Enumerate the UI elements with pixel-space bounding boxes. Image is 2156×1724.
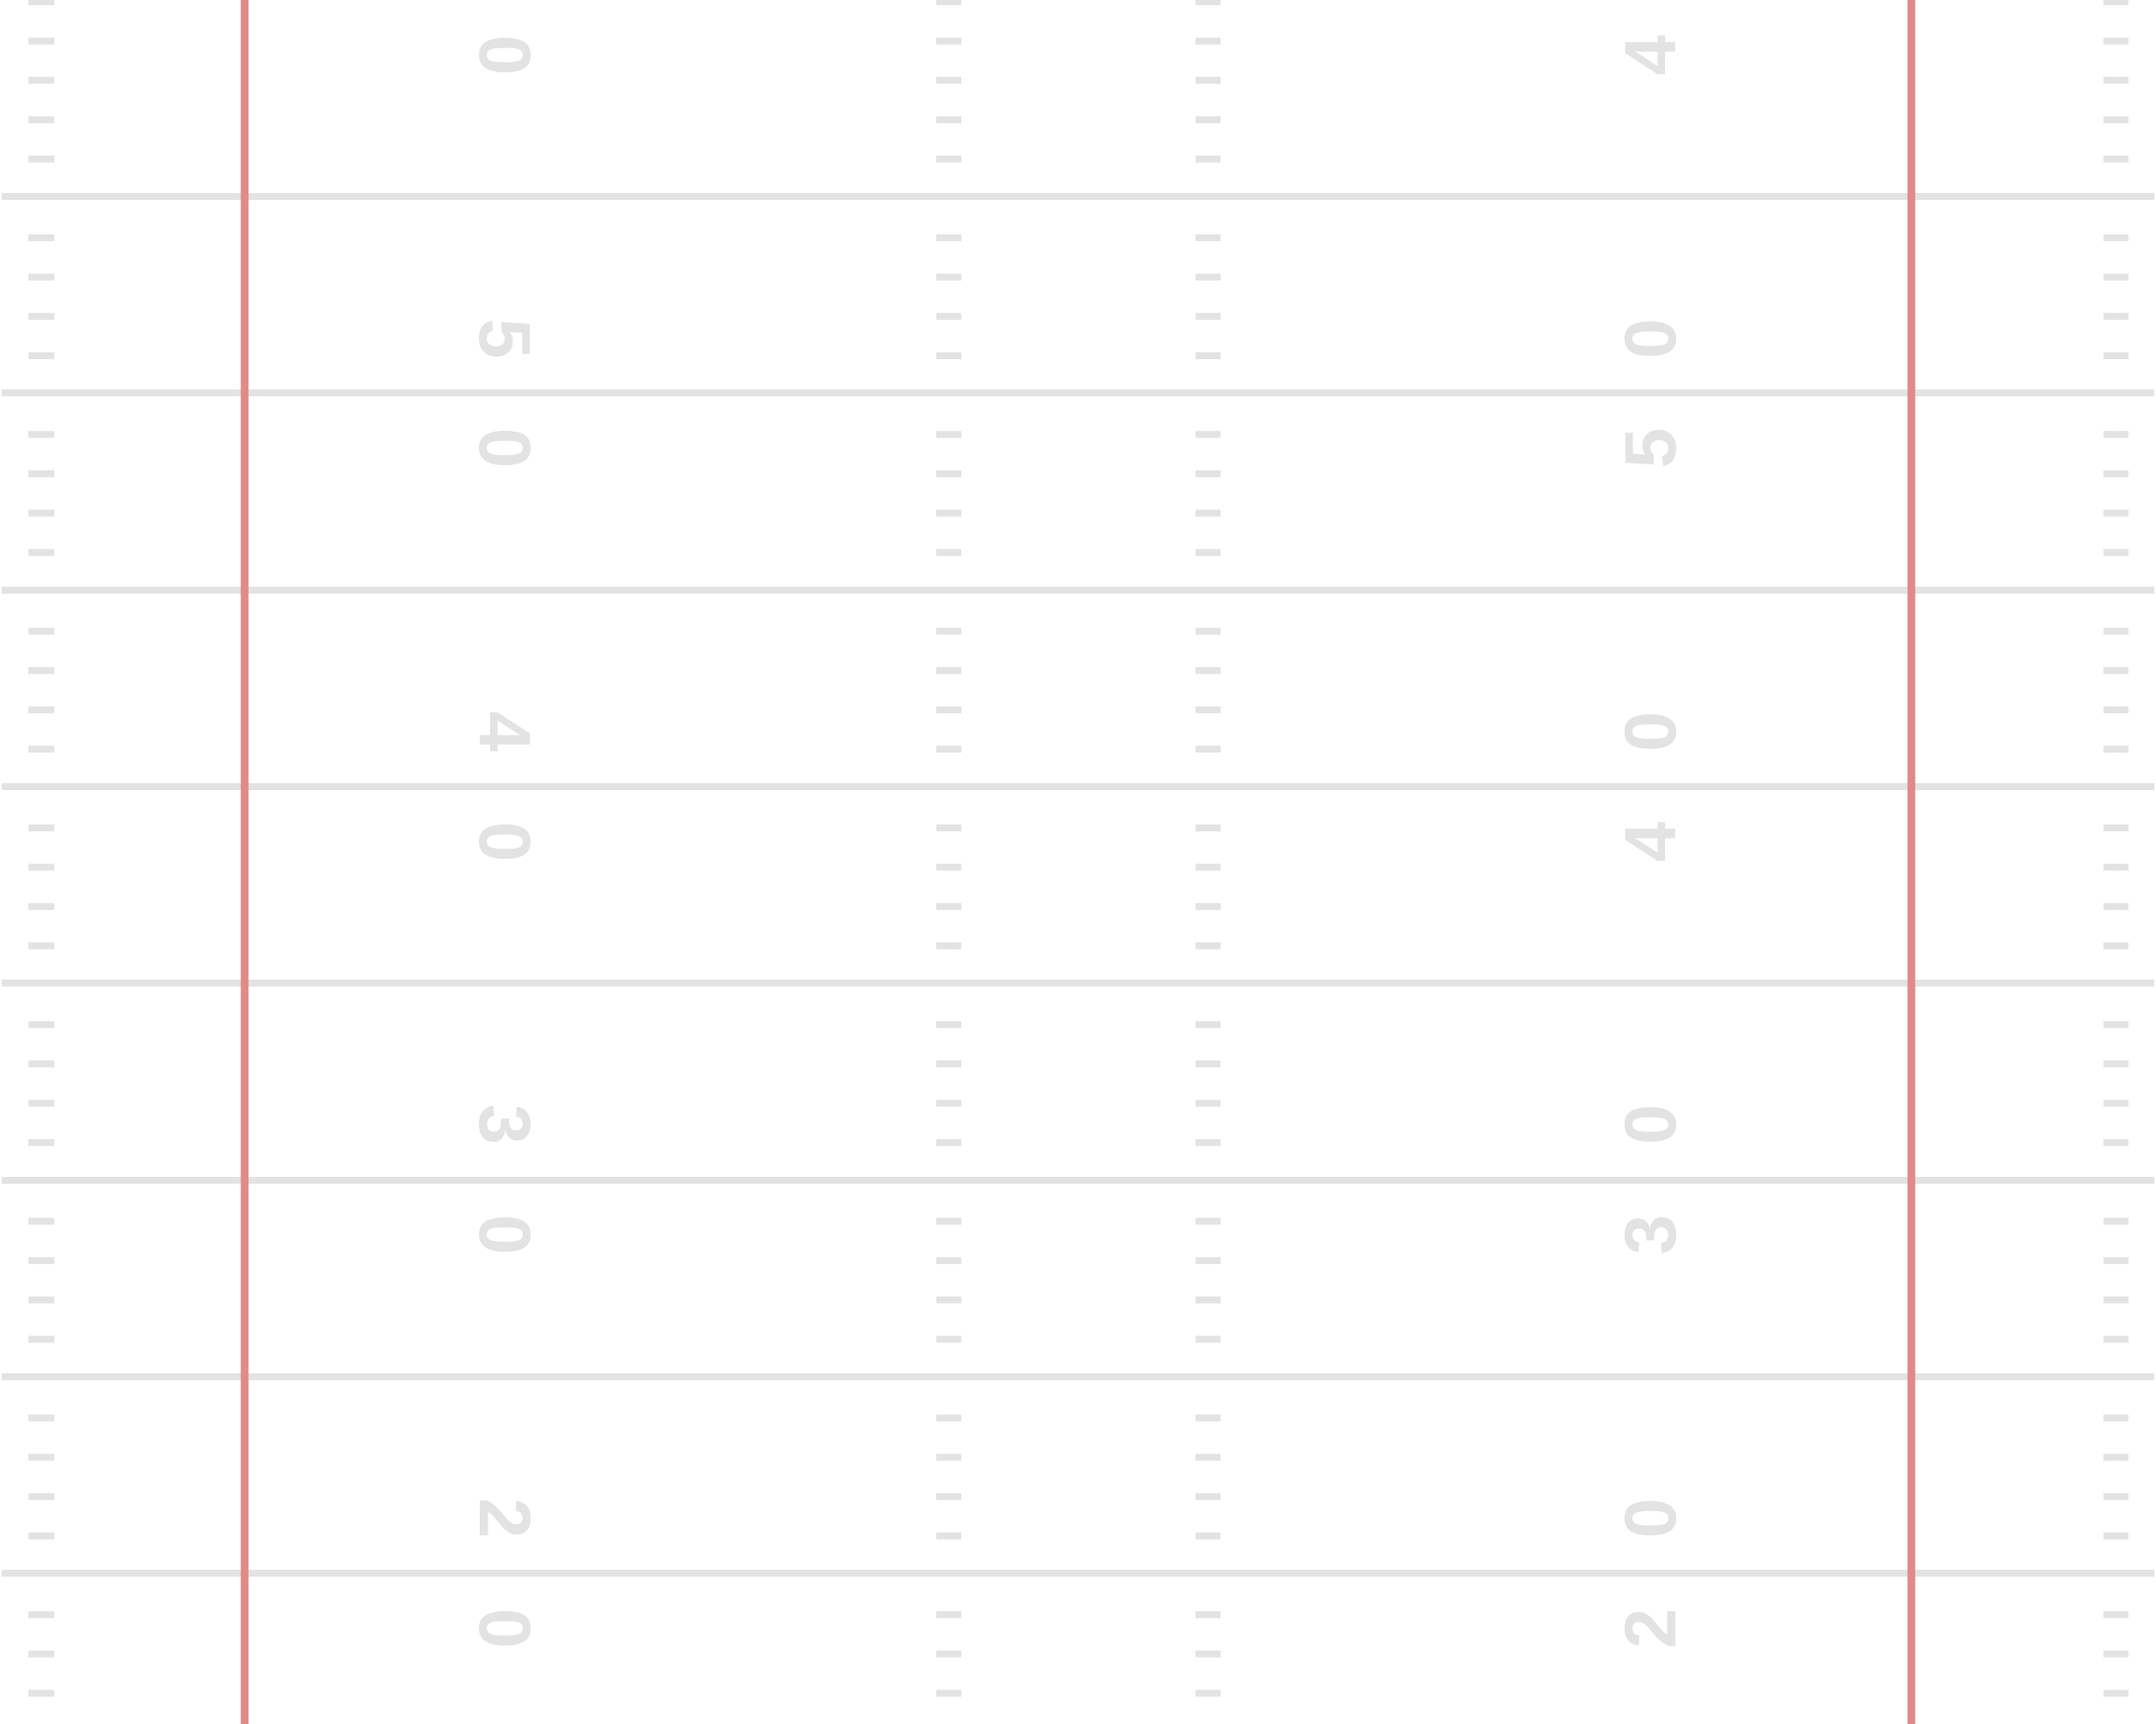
football-field: 0 4 5 0 0 5 4 0 0 4 3 0 0 3 2 0 0 2	[0, 0, 2156, 1724]
yard-number-left: 0	[464, 1215, 545, 1255]
yard-number-right: 0	[1610, 712, 1691, 752]
yard-number-right: 2	[1610, 1609, 1691, 1649]
yard-number-right: 0	[1610, 319, 1691, 359]
yard-number-right: 5	[1610, 428, 1691, 469]
yard-number-right: 4	[1610, 821, 1691, 862]
yard-number-left: 4	[464, 712, 545, 752]
field-background	[0, 0, 2156, 1724]
yard-number-right: 0	[1610, 1498, 1691, 1539]
yard-number-left: 5	[464, 319, 545, 359]
yard-number-left: 0	[464, 822, 545, 862]
yard-number-left: 2	[464, 1498, 545, 1539]
yard-number-left: 0	[464, 428, 545, 469]
yard-number-left: 3	[464, 1105, 545, 1145]
yard-number-right: 4	[1610, 34, 1691, 75]
yard-number-left: 0	[464, 1609, 545, 1649]
yard-number-right: 3	[1610, 1215, 1691, 1255]
yard-number-right: 0	[1610, 1105, 1691, 1145]
yard-number-left: 0	[464, 35, 545, 76]
